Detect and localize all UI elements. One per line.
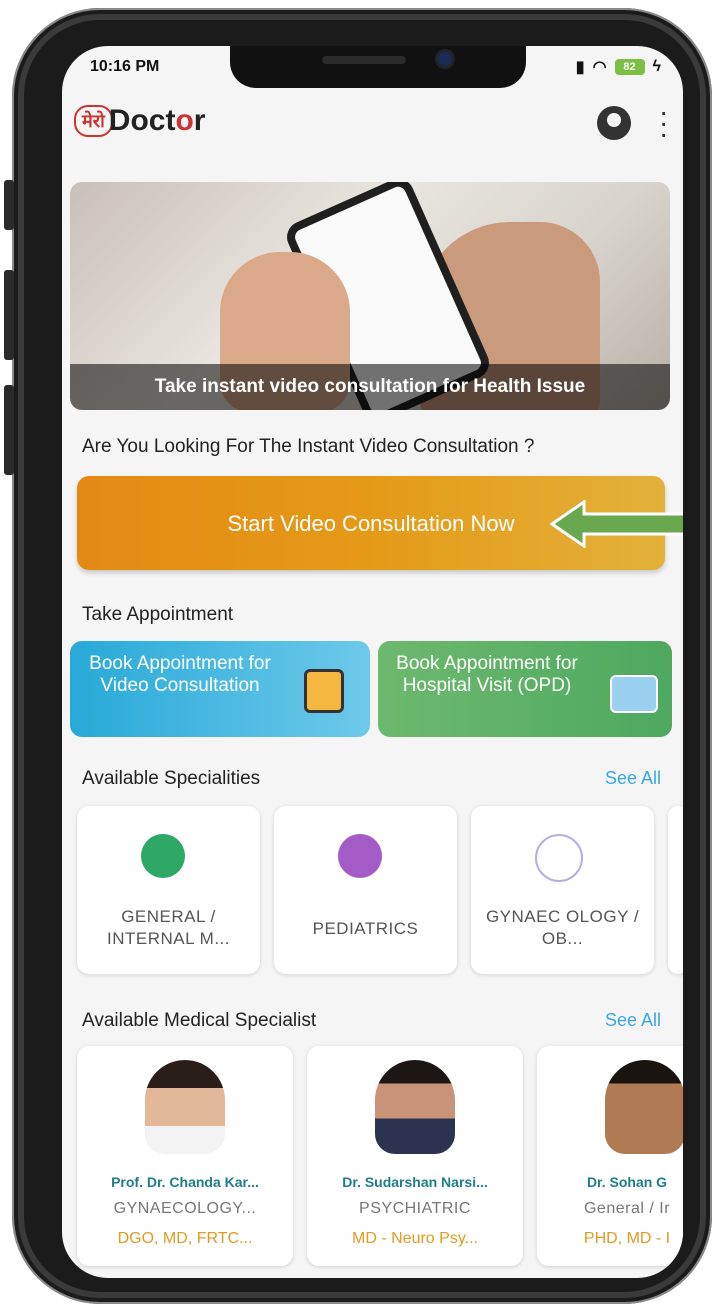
wifi-icon: ◠ xyxy=(592,59,607,76)
charging-icon: ϟ xyxy=(652,58,661,75)
speciality-label: PEDIATRICS xyxy=(312,919,419,938)
book-opd-label: Book Appointment for Hospital Visit (OPD… xyxy=(396,653,578,696)
doctor-degree: MD - Neuro Psy... xyxy=(352,1230,478,1247)
banner-caption: Take instant video consultation for Heal… xyxy=(70,364,670,410)
doctor-card[interactable]: Dr. Sudarshan Narsi... PSYCHIATRIC MD - … xyxy=(307,1046,523,1266)
promo-banner[interactable]: Take instant video consultation for Heal… xyxy=(70,182,670,410)
logo-text-end: r xyxy=(193,104,206,137)
pregnancy-icon xyxy=(535,834,583,882)
specialists-heading: Available Medical Specialist xyxy=(82,1010,317,1031)
signal-icon: ▮ xyxy=(575,59,585,76)
earpiece-speaker xyxy=(322,56,406,64)
doctor-speciality: GYNAECOLOGY... xyxy=(113,1200,257,1217)
speciality-label: GENERAL / INTERNAL M... xyxy=(107,907,230,948)
video-consult-icon xyxy=(304,669,344,713)
specialities-see-all-link[interactable]: See All xyxy=(605,768,661,789)
account-icon[interactable] xyxy=(597,106,631,140)
logo-heart-o: o xyxy=(175,104,194,137)
speciality-card-partial[interactable] xyxy=(668,806,683,974)
specialists-see-all-link[interactable]: See All xyxy=(605,1010,661,1031)
app-logo[interactable]: मेरो Doct o r xyxy=(74,104,205,138)
side-button xyxy=(4,180,14,230)
volume-down-button xyxy=(4,385,14,475)
app-screen: 10:16 PM ▮ ◠ 82 ϟ मेरो Doct o r · · · Take in… xyxy=(62,46,683,1278)
book-opd-appointment-button[interactable]: Book Appointment for Hospital Visit (OPD… xyxy=(378,641,672,737)
lungs-icon xyxy=(141,834,185,878)
doctor-avatar xyxy=(605,1060,683,1154)
doctor-avatar xyxy=(375,1060,455,1154)
logo-text: oct xyxy=(130,104,176,137)
status-time: 10:16 PM xyxy=(90,58,160,75)
take-appointment-heading: Take Appointment xyxy=(82,604,234,625)
book-video-label: Book Appointment for Video Consultation xyxy=(89,653,271,696)
doctor-degree: PHD, MD - I xyxy=(583,1230,671,1247)
logo-badge: मेरो xyxy=(74,105,113,137)
phone-notch xyxy=(230,46,526,88)
front-camera-icon xyxy=(438,52,452,66)
hospital-icon xyxy=(610,675,658,713)
app-bar: मेरो Doct o r · · · xyxy=(62,96,683,152)
speciality-card[interactable]: PEDIATRICS xyxy=(274,806,457,974)
baby-icon xyxy=(338,834,382,878)
volume-up-button xyxy=(4,270,14,360)
doctor-name: Dr. Sohan G xyxy=(586,1174,668,1190)
doctor-name: Prof. Dr. Chanda Kar... xyxy=(111,1174,259,1190)
more-menu-icon[interactable]: · · · xyxy=(659,98,668,148)
doctor-card[interactable]: Dr. Sohan G General / Ir PHD, MD - I xyxy=(537,1046,683,1266)
doctor-avatar xyxy=(145,1060,225,1154)
doctor-speciality: General / Ir xyxy=(583,1200,671,1217)
battery-icon: 82 xyxy=(614,59,645,75)
pointer-arrow-icon xyxy=(550,500,683,548)
doctor-degree: DGO, MD, FRTC... xyxy=(117,1230,253,1247)
book-video-appointment-button[interactable]: Book Appointment for Video Consultation xyxy=(70,641,370,737)
doctor-card[interactable]: Prof. Dr. Chanda Kar... GYNAECOLOGY... D… xyxy=(77,1046,293,1266)
doctor-name: Dr. Sudarshan Narsi... xyxy=(342,1174,488,1190)
logo-d: D xyxy=(108,104,131,137)
specialities-heading: Available Specialities xyxy=(82,768,261,789)
speciality-label: GYNAEC OLOGY / OB... xyxy=(485,907,640,948)
speciality-card[interactable]: GENERAL / INTERNAL M... xyxy=(77,806,260,974)
doctor-speciality: PSYCHIATRIC xyxy=(359,1200,471,1217)
consult-question: Are You Looking For The Instant Video Co… xyxy=(82,436,535,457)
speciality-card[interactable]: GYNAEC OLOGY / OB... xyxy=(471,806,654,974)
